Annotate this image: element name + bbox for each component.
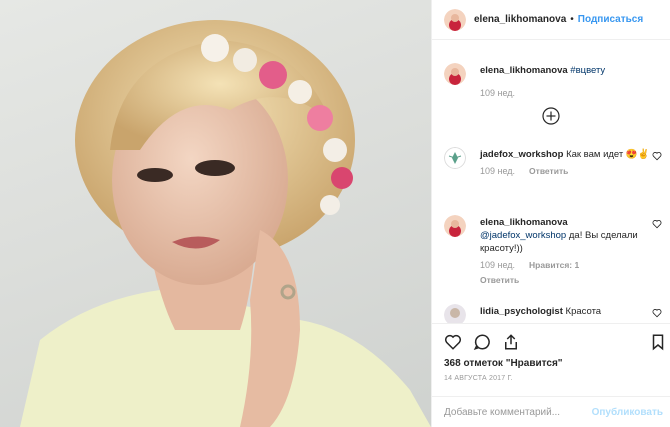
comment-text: Красота — [565, 306, 602, 317]
comment-icon[interactable] — [473, 333, 491, 351]
caption-time[interactable]: 109 нед. — [480, 88, 515, 98]
comment-username[interactable]: elena_likhomanova — [480, 217, 568, 228]
avatar[interactable] — [444, 147, 466, 169]
header-username[interactable]: elena_likhomanova — [474, 14, 566, 25]
caption-username[interactable]: elena_likhomanova — [480, 65, 568, 76]
post-date[interactable]: 14 АВГУСТА 2017 Г. — [444, 375, 513, 382]
comment-username[interactable]: jadefox_workshop — [480, 149, 563, 160]
comment-username[interactable]: lidia_psychologist — [480, 306, 563, 317]
comment-form: Добавьте комментарий... Опубликовать — [432, 396, 670, 427]
post-photo[interactable] — [0, 0, 431, 427]
avatar[interactable] — [444, 304, 466, 323]
comment-time[interactable]: 109 нед. — [480, 166, 515, 176]
likes-count[interactable]: 368 отметок "Нравится" — [444, 358, 563, 369]
plus-circle-icon[interactable] — [542, 107, 560, 125]
comment-emoji: 😍✌ — [625, 149, 650, 160]
comment-input[interactable]: Добавьте комментарий... — [444, 407, 560, 418]
follow-button[interactable]: Подписаться — [578, 14, 643, 25]
separator-dot: • — [570, 14, 574, 25]
caption-hashtag[interactable]: #вцвету — [570, 65, 605, 76]
avatar[interactable] — [444, 215, 466, 237]
heart-icon[interactable] — [652, 219, 662, 229]
share-icon[interactable] — [502, 333, 520, 351]
reply-button[interactable]: Ответить — [529, 166, 568, 176]
heart-icon[interactable] — [444, 333, 462, 351]
heart-icon[interactable] — [652, 151, 662, 161]
heart-icon[interactable] — [652, 308, 662, 318]
comment-time[interactable]: 109 нед. — [480, 260, 515, 270]
portrait-image — [20, 20, 431, 427]
comment-mention[interactable]: @jadefox_workshop — [480, 230, 566, 241]
bookmark-icon[interactable] — [649, 333, 667, 351]
comments-list: elena_likhomanova #вцвету 109 нед. jadef… — [432, 41, 670, 323]
reply-button[interactable]: Ответить — [480, 275, 519, 285]
comment-text: Как вам идет — [566, 149, 624, 160]
action-bar — [432, 323, 670, 357]
post-sidebar: elena_likhomanova • Подписаться elena_li… — [431, 0, 670, 427]
avatar[interactable] — [444, 63, 466, 85]
post-header: elena_likhomanova • Подписаться — [432, 0, 670, 40]
publish-button[interactable]: Опубликовать — [592, 407, 663, 418]
comment-likes[interactable]: Нравится: 1 — [529, 260, 579, 270]
avatar[interactable] — [444, 8, 466, 31]
